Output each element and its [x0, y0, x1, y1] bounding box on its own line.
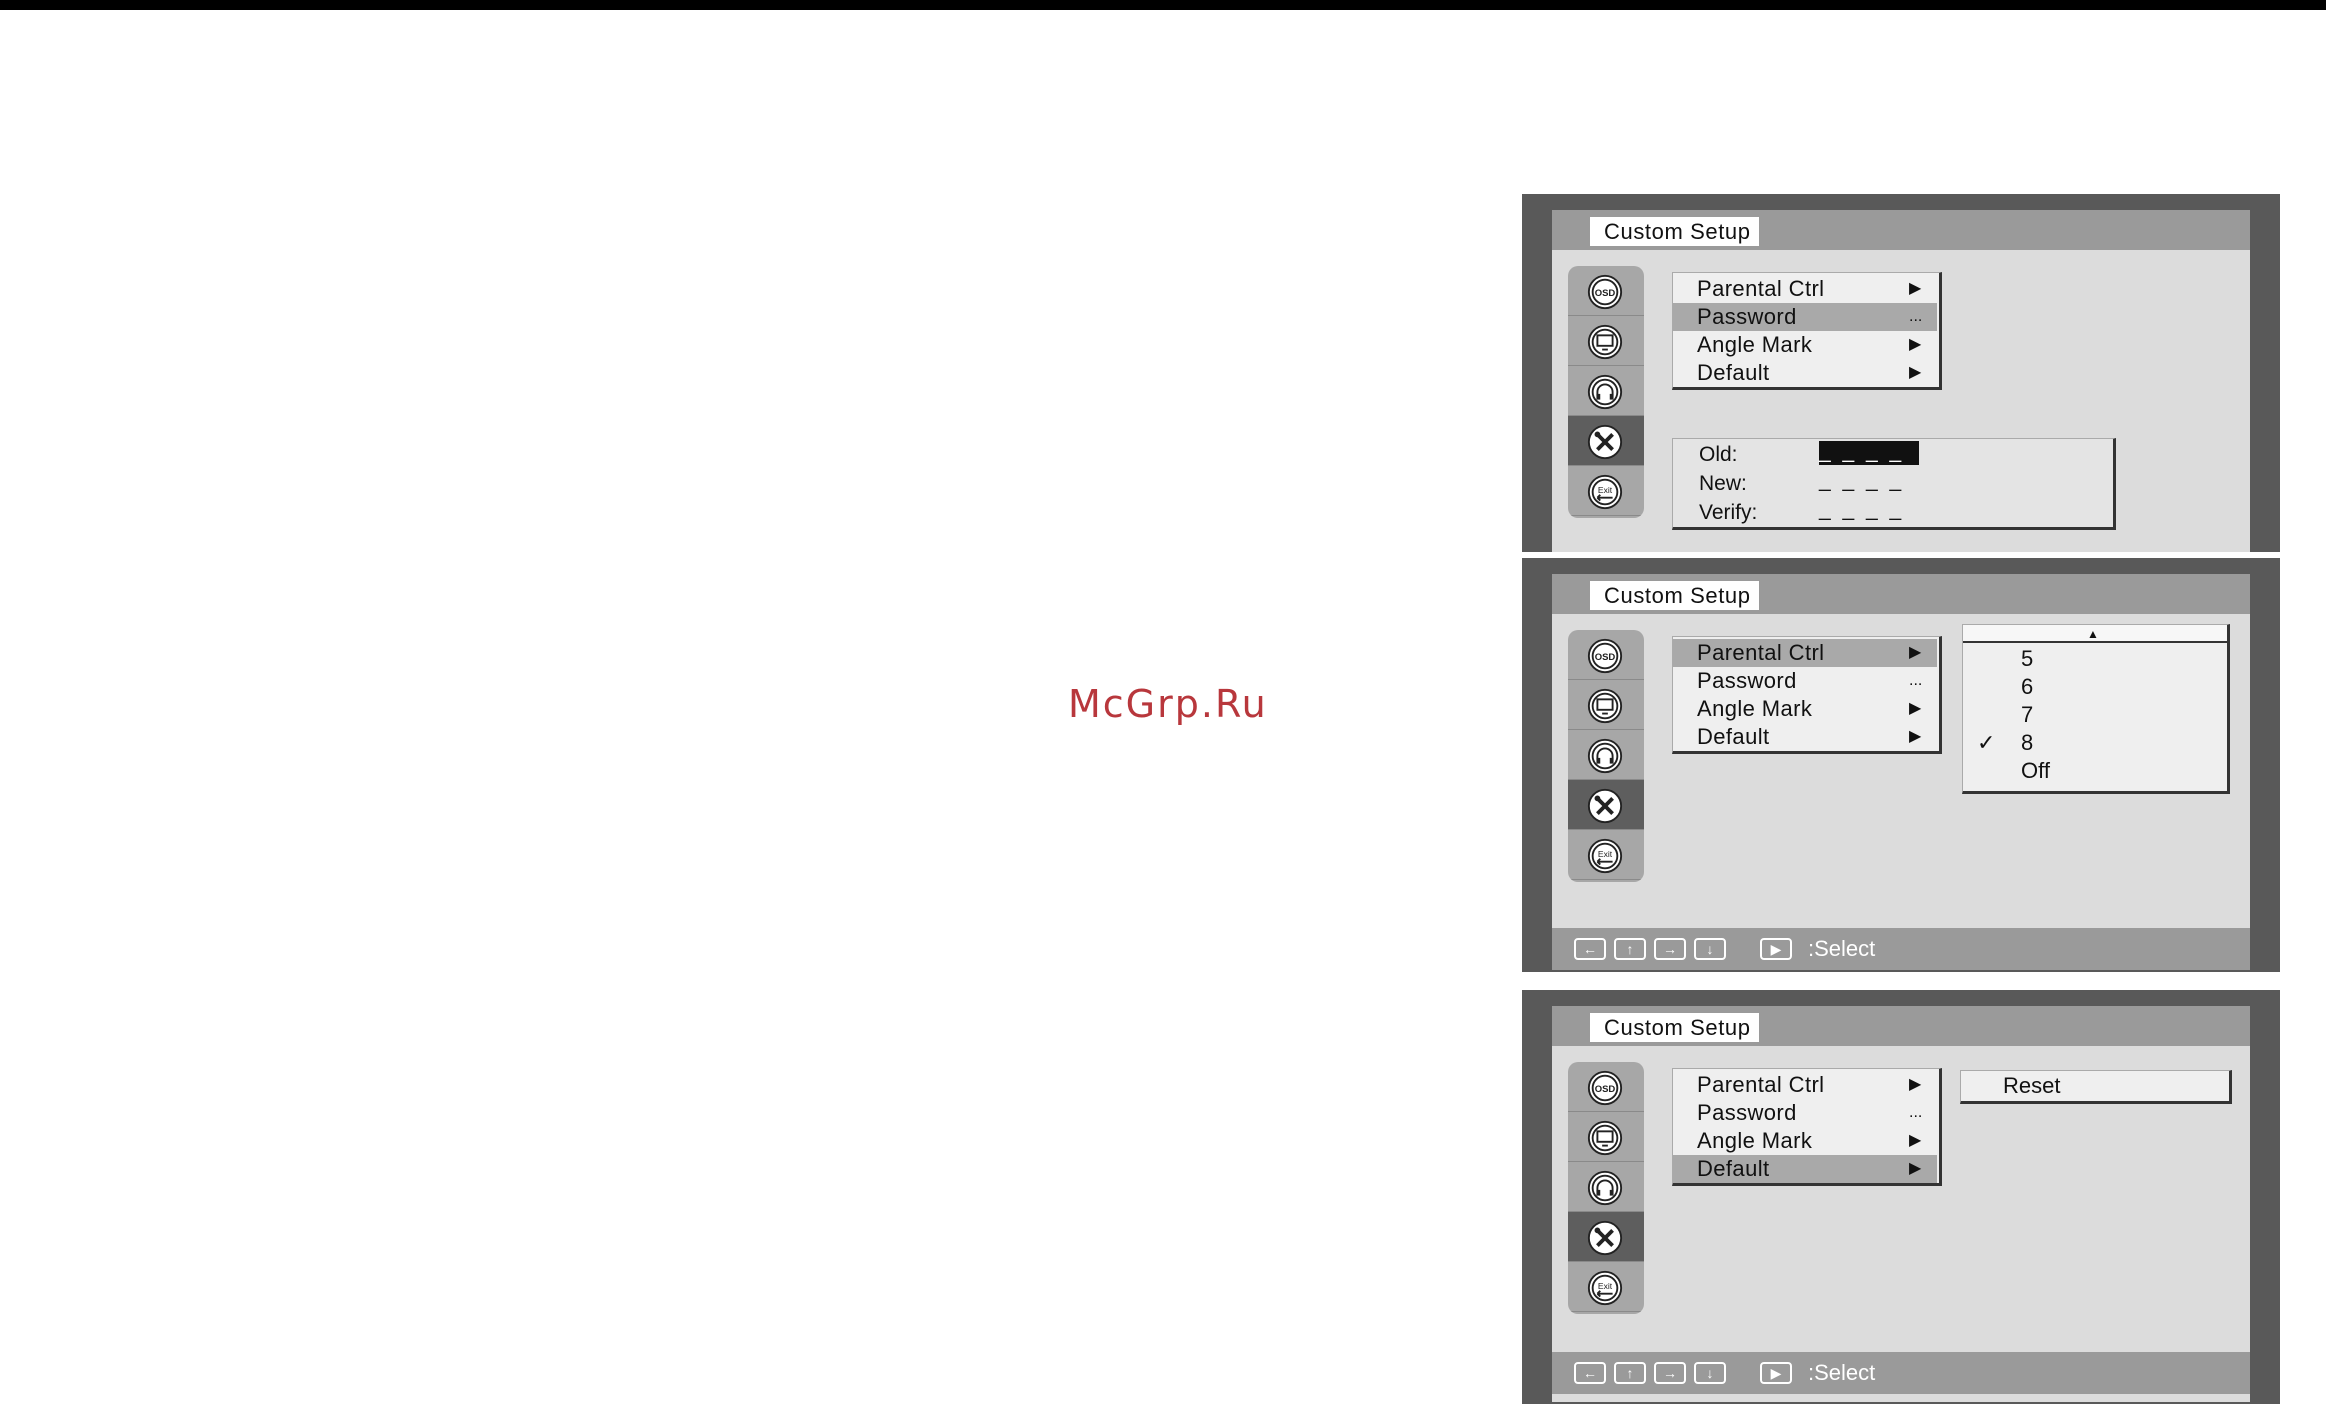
screen-password: Custom Setup OSD Exit Parental Ctrl ▶ Pa… — [1522, 194, 2280, 552]
audio-icon[interactable] — [1568, 730, 1644, 780]
top-rule — [0, 0, 2326, 10]
menu-item-password[interactable]: Password ... — [1673, 667, 1937, 695]
left-arrow-key-icon: ← — [1574, 1362, 1606, 1384]
exit-icon[interactable]: Exit — [1568, 466, 1644, 516]
title-bar: Custom Setup — [1552, 574, 2250, 614]
osd-icon[interactable]: OSD — [1568, 266, 1644, 316]
menu-item-parental-ctrl[interactable]: Parental Ctrl ▶ — [1673, 639, 1937, 667]
right-arrow-key-icon: → — [1654, 1362, 1686, 1384]
password-panel: Old: _ _ _ _ New: _ _ _ _ Verify: _ _ _ … — [1672, 438, 2116, 530]
level-option-5[interactable]: 5 — [1963, 645, 2227, 673]
title-bar: Custom Setup — [1552, 210, 2250, 250]
verify-password-row: Verify: _ _ _ _ — [1673, 499, 2113, 527]
left-arrow-key-icon: ← — [1574, 938, 1606, 960]
check-icon: ✓ — [1977, 730, 1996, 755]
exit-icon[interactable]: Exit — [1568, 830, 1644, 880]
setup-icon[interactable] — [1568, 416, 1644, 466]
title-bar: Custom Setup — [1552, 1006, 2250, 1046]
screen-title: Custom Setup — [1590, 1013, 1759, 1042]
submenu-arrow-icon: ▶ — [1909, 280, 1922, 297]
submenu-arrow-icon: ▶ — [1909, 700, 1922, 717]
level-option-8[interactable]: ✓ 8 — [1963, 729, 2227, 757]
icon-column: OSD Exit — [1568, 1062, 1644, 1314]
display-icon[interactable] — [1568, 680, 1644, 730]
submenu-arrow-icon: ▶ — [1909, 336, 1922, 353]
menu-item-default[interactable]: Default ▶ — [1673, 1155, 1937, 1183]
svg-text:Exit: Exit — [1598, 485, 1613, 495]
exit-icon[interactable]: Exit — [1568, 1262, 1644, 1312]
svg-text:OSD: OSD — [1595, 1084, 1616, 1095]
setup-icon[interactable] — [1568, 1212, 1644, 1262]
screen-parental-ctrl: Custom Setup OSD Exit Parental Ctrl ▶ Pa… — [1522, 558, 2280, 972]
level-option-6[interactable]: 6 — [1963, 673, 2227, 701]
menu-item-parental-ctrl[interactable]: Parental Ctrl ▶ — [1673, 275, 1937, 303]
submenu-arrow-icon: ▶ — [1909, 364, 1922, 381]
menu-item-password[interactable]: Password ... — [1673, 1099, 1937, 1127]
menu-item-default[interactable]: Default ▶ — [1673, 723, 1937, 751]
level-option-7[interactable]: 7 — [1963, 701, 2227, 729]
display-icon[interactable] — [1568, 316, 1644, 366]
screen-panel: Custom Setup OSD Exit Parental Ctrl ▶ Pa… — [1552, 1006, 2250, 1402]
svg-text:OSD: OSD — [1595, 652, 1616, 663]
screen-default: Custom Setup OSD Exit Parental Ctrl ▶ Pa… — [1522, 990, 2280, 1404]
menu-item-default[interactable]: Default ▶ — [1673, 359, 1937, 387]
up-arrow-icon: ▲ — [2087, 627, 2099, 641]
display-icon[interactable] — [1568, 1112, 1644, 1162]
select-hint: :Select — [1808, 1360, 1876, 1385]
ellipsis-icon: ... — [1909, 672, 1923, 689]
up-arrow-key-icon: ↑ — [1614, 938, 1646, 960]
screen-panel: Custom Setup OSD Exit Parental Ctrl ▶ Pa… — [1552, 210, 2250, 552]
right-arrow-key-icon: → — [1654, 938, 1686, 960]
play-key-icon: ▶ — [1760, 1362, 1792, 1384]
svg-text:OSD: OSD — [1595, 288, 1616, 299]
new-password-row: New: _ _ _ _ — [1673, 470, 2113, 498]
svg-text:Exit: Exit — [1598, 1281, 1613, 1291]
icon-column: OSD Exit — [1568, 266, 1644, 518]
navigation-bar: ← ↑ → ↓ ▶ :Select — [1552, 928, 2250, 970]
menu-item-parental-ctrl[interactable]: Parental Ctrl ▶ — [1673, 1071, 1937, 1099]
osd-icon[interactable]: OSD — [1568, 630, 1644, 680]
setup-icon[interactable] — [1568, 780, 1644, 830]
main-menu: Parental Ctrl ▶ Password ... Angle Mark … — [1672, 1068, 1942, 1186]
play-key-icon: ▶ — [1760, 938, 1792, 960]
menu-item-angle-mark[interactable]: Angle Mark ▶ — [1673, 331, 1937, 359]
ellipsis-icon: ... — [1909, 1104, 1923, 1121]
menu-item-angle-mark[interactable]: Angle Mark ▶ — [1673, 1127, 1937, 1155]
ellipsis-icon: ... — [1909, 308, 1923, 325]
menu-item-password[interactable]: Password ... — [1673, 303, 1937, 331]
old-password-row: Old: _ _ _ _ — [1673, 441, 2113, 469]
submenu-arrow-icon: ▶ — [1909, 644, 1922, 661]
screen-title: Custom Setup — [1590, 217, 1759, 246]
submenu-arrow-icon: ▶ — [1909, 1160, 1922, 1177]
menu-item-angle-mark[interactable]: Angle Mark ▶ — [1673, 695, 1937, 723]
icon-column: OSD Exit — [1568, 630, 1644, 882]
submenu-arrow-icon: ▶ — [1909, 728, 1922, 745]
main-menu: Parental Ctrl ▶ Password ... Angle Mark … — [1672, 272, 1942, 390]
submenu-arrow-icon: ▶ — [1909, 1076, 1922, 1093]
submenu-arrow-icon: ▶ — [1909, 1132, 1922, 1149]
up-arrow-key-icon: ↑ — [1614, 1362, 1646, 1384]
osd-icon[interactable]: OSD — [1568, 1062, 1644, 1112]
navigation-bar: ← ↑ → ↓ ▶ :Select — [1552, 1352, 2250, 1394]
audio-icon[interactable] — [1568, 366, 1644, 416]
down-arrow-key-icon: ↓ — [1694, 1362, 1726, 1384]
svg-text:Exit: Exit — [1598, 849, 1613, 859]
watermark: McGrp.Ru — [1068, 682, 1268, 726]
level-option-off[interactable]: Off — [1963, 757, 2227, 785]
screen-title: Custom Setup — [1590, 581, 1759, 610]
new-password-field[interactable]: _ _ _ _ — [1819, 470, 1919, 494]
select-hint: :Select — [1808, 936, 1876, 961]
reset-button[interactable]: Reset — [1960, 1070, 2232, 1104]
main-menu: Parental Ctrl ▶ Password ... Angle Mark … — [1672, 636, 1942, 754]
parental-level-list: ▲ 5 6 7 ✓ 8 Off — [1962, 624, 2230, 794]
verify-password-field[interactable]: _ _ _ _ — [1819, 499, 1919, 523]
scroll-up-button[interactable]: ▲ — [1963, 625, 2227, 643]
down-arrow-key-icon: ↓ — [1694, 938, 1726, 960]
screen-panel: Custom Setup OSD Exit Parental Ctrl ▶ Pa… — [1552, 574, 2250, 970]
audio-icon[interactable] — [1568, 1162, 1644, 1212]
old-password-field[interactable]: _ _ _ _ — [1819, 441, 1919, 465]
